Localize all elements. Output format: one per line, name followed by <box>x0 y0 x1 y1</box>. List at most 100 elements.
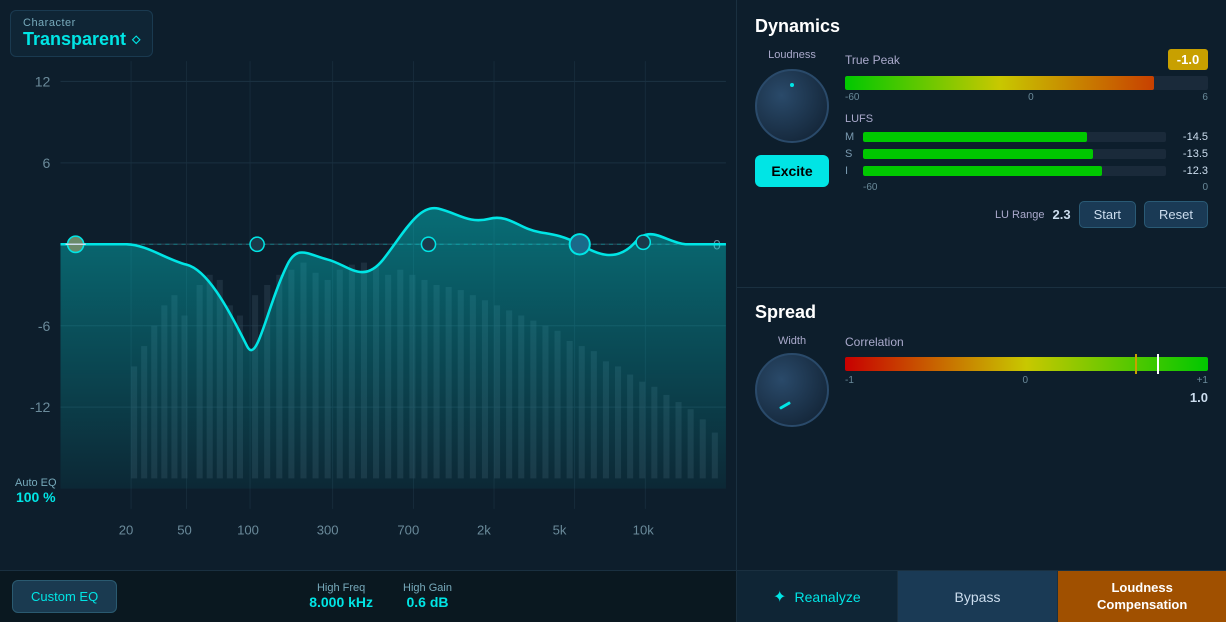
lufs-scale-min: -60 <box>863 182 877 193</box>
excite-button[interactable]: Excite <box>755 155 828 187</box>
svg-text:50: 50 <box>177 522 192 537</box>
width-label: Width <box>778 335 806 347</box>
high-gain-label: High Gain <box>403 582 452 594</box>
correlation-scale-min: -1 <box>845 375 854 386</box>
truepeak-bar-bg <box>845 76 1208 90</box>
lufs-scale-zero: 0 <box>1202 182 1208 193</box>
high-freq-value: 8.000 kHz <box>309 594 373 610</box>
auto-eq-value: 100 % <box>15 489 57 505</box>
lufs-M-bar <box>863 132 1166 142</box>
reanalyze-label: Reanalyze <box>794 589 860 605</box>
right-panel: Dynamics Loudness Excite True Peak -1.0 <box>736 0 1226 622</box>
bottom-buttons: ✦ Reanalyze Bypass Loudness Compensation <box>737 570 1226 622</box>
eq-canvas: 12 6 0 -6 -12 20 50 100 300 700 <box>0 0 736 570</box>
truepeak-header: True Peak -1.0 <box>845 49 1208 70</box>
lufs-M-fill <box>863 132 1087 142</box>
spread-title: Spread <box>755 302 1208 323</box>
lufs-S-value: -13.5 <box>1172 148 1208 160</box>
lufs-S-row: S -13.5 <box>845 148 1208 160</box>
character-label: Character <box>23 17 140 29</box>
svg-text:6: 6 <box>43 156 51 172</box>
reset-button[interactable]: Reset <box>1144 201 1208 228</box>
correlation-bar <box>845 357 1208 371</box>
svg-text:-6: -6 <box>38 319 51 335</box>
correlation-scale: -1 0 +1 <box>845 375 1208 386</box>
reanalyze-button[interactable]: ✦ Reanalyze <box>737 571 898 622</box>
truepeak-bar-fill <box>845 76 1154 90</box>
lufs-I-fill <box>863 166 1102 176</box>
lufs-I-value: -12.3 <box>1172 165 1208 177</box>
lufs-I-bar <box>863 166 1166 176</box>
dynamics-content: Loudness Excite True Peak -1.0 <box>755 49 1208 269</box>
lufs-S-fill <box>863 149 1093 159</box>
loudness-comp-line2: Compensation <box>1097 597 1187 612</box>
correlation-scale-zero: 0 <box>1022 375 1028 386</box>
truepeak-col: True Peak -1.0 -60 0 6 <box>845 49 1208 269</box>
lufs-S-bar <box>863 149 1166 159</box>
character-box[interactable]: Character Transparent ⬦ <box>10 10 153 57</box>
correlation-indicator-2 <box>1157 354 1159 374</box>
dynamics-section: Dynamics Loudness Excite True Peak -1.0 <box>737 0 1226 288</box>
truepeak-bar-container <box>845 76 1208 90</box>
left-panel: Character Transparent ⬦ 12 6 0 -6 -12 <box>0 0 736 622</box>
character-text: Transparent <box>23 29 126 50</box>
lu-range-row: LU Range 2.3 Start Reset <box>845 201 1208 228</box>
truepeak-label: True Peak <box>845 53 900 67</box>
correlation-scale-max: +1 <box>1197 375 1208 386</box>
truepeak-scale-max: 6 <box>1202 92 1208 103</box>
truepeak-scale: -60 0 6 <box>845 92 1208 103</box>
character-value: Transparent ⬦ <box>23 29 140 50</box>
lufs-I-row: I -12.3 <box>845 165 1208 177</box>
lu-range-value: 2.3 <box>1052 207 1070 222</box>
svg-text:12: 12 <box>35 74 51 90</box>
high-freq-label: High Freq <box>309 582 373 594</box>
start-button[interactable]: Start <box>1079 201 1136 228</box>
lufs-header: LUFS <box>845 113 1208 125</box>
bottom-bar: Custom EQ High Freq 8.000 kHz High Gain … <box>0 570 736 622</box>
lufs-scale: -60 0 <box>845 182 1208 193</box>
dynamics-title: Dynamics <box>755 16 1208 37</box>
lufs-I-tag: I <box>845 165 857 177</box>
svg-text:700: 700 <box>397 522 419 537</box>
lufs-M-tag: M <box>845 131 857 143</box>
high-gain-item: High Gain 0.6 dB <box>403 582 452 612</box>
svg-text:20: 20 <box>119 522 134 537</box>
correlation-label: Correlation <box>845 335 1208 349</box>
lufs-S-tag: S <box>845 148 857 160</box>
loudness-col: Loudness Excite <box>755 49 829 269</box>
loudness-knob[interactable] <box>755 69 829 143</box>
loudness-compensation-button[interactable]: Loudness Compensation <box>1058 571 1226 622</box>
truepeak-scale-min: -60 <box>845 92 859 103</box>
freq-info: High Freq 8.000 kHz High Gain 0.6 dB <box>309 582 452 612</box>
bypass-button[interactable]: Bypass <box>898 571 1059 622</box>
lufs-section: LUFS M -14.5 S <box>845 113 1208 193</box>
spread-section: Spread Width Correlation <box>737 288 1226 571</box>
reanalyze-icon: ✦ <box>773 587 786 607</box>
high-gain-value: 0.6 dB <box>407 594 449 610</box>
loudness-comp-line1: Loudness <box>1111 580 1172 595</box>
truepeak-scale-zero: 0 <box>1028 92 1034 103</box>
width-knob[interactable] <box>755 353 829 427</box>
auto-eq-label: Auto EQ <box>15 477 57 489</box>
loudness-knob-dot <box>790 83 794 87</box>
high-freq-item: High Freq 8.000 kHz <box>309 582 373 612</box>
correlation-col: Correlation -1 0 +1 1.0 <box>845 335 1208 427</box>
svg-text:-12: -12 <box>30 400 51 416</box>
svg-text:300: 300 <box>317 522 339 537</box>
lufs-M-value: -14.5 <box>1172 131 1208 143</box>
svg-text:10k: 10k <box>633 522 655 537</box>
character-arrows: ⬦ <box>132 32 140 47</box>
svg-text:5k: 5k <box>553 522 567 537</box>
svg-text:2k: 2k <box>477 522 491 537</box>
width-col: Width <box>755 335 829 427</box>
loudness-label: Loudness <box>768 49 816 61</box>
custom-eq-button[interactable]: Custom EQ <box>12 580 117 613</box>
truepeak-value: -1.0 <box>1168 49 1208 70</box>
lufs-M-row: M -14.5 <box>845 131 1208 143</box>
correlation-indicator-1 <box>1135 354 1137 374</box>
correlation-value: 1.0 <box>845 390 1208 405</box>
svg-text:100: 100 <box>237 522 259 537</box>
spread-content: Width Correlation -1 0 <box>755 335 1208 427</box>
auto-eq-section: Auto EQ 100 % <box>15 477 57 505</box>
eq-area: 12 6 0 -6 -12 20 50 100 300 700 <box>0 0 736 570</box>
